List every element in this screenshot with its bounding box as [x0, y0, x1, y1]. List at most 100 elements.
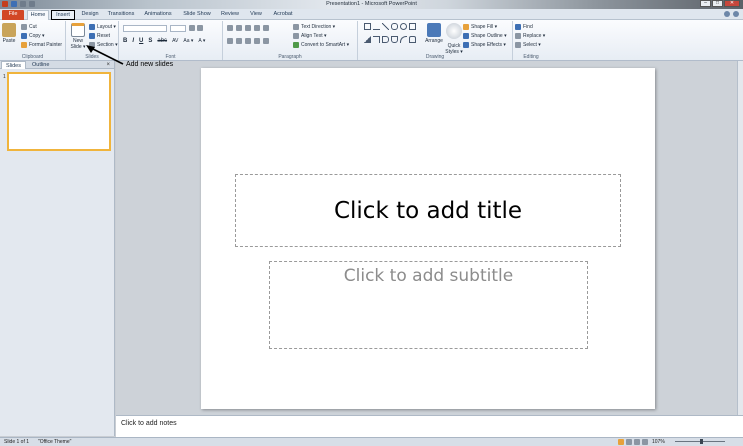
maximize-button[interactable]: □ — [712, 0, 723, 7]
diagonal-line-shape-icon[interactable] — [382, 23, 389, 30]
tab-design[interactable]: Design — [79, 10, 101, 20]
shadow-button[interactable]: S — [148, 38, 152, 44]
justify-icon[interactable] — [254, 38, 260, 44]
strikethrough-button[interactable]: abc — [157, 38, 167, 44]
select-label: Select ▾ — [523, 42, 541, 48]
cut-label: Cut — [29, 24, 37, 30]
right-arrow-shape-icon[interactable] — [382, 35, 389, 43]
tab-view[interactable]: View — [247, 10, 265, 20]
numbering-icon[interactable] — [236, 25, 242, 31]
triangle-shape-icon[interactable] — [364, 35, 371, 43]
annotation-text: Add new slides — [126, 61, 174, 68]
increase-indent-icon[interactable] — [254, 25, 260, 31]
bullets-icon[interactable] — [227, 25, 233, 31]
list-controls — [227, 25, 269, 31]
slide-sorter-view-icon[interactable] — [626, 439, 632, 445]
reset-button[interactable]: Reset — [89, 33, 110, 39]
clipboard-group: Paste Cut Copy ▾ Format Painter Clipboar… — [0, 21, 66, 60]
tab-home[interactable]: Home — [27, 10, 49, 20]
line-spacing-icon[interactable] — [263, 25, 269, 31]
align-right-icon[interactable] — [245, 38, 251, 44]
format-painter-button[interactable]: Format Painter — [21, 42, 62, 48]
font-color-button[interactable]: A ▾ — [198, 38, 205, 44]
replace-button[interactable]: Replace ▾ — [515, 33, 545, 39]
font-format-row: B I U S abc AV Aa ▾ A ▾ — [123, 38, 205, 44]
tab-slide-show[interactable]: Slide Show — [182, 10, 212, 20]
align-text-button[interactable]: Align Text ▾ — [293, 33, 327, 39]
drawing-group-label: Drawing — [425, 54, 445, 60]
find-button[interactable]: Find — [515, 24, 533, 30]
oval-shape-icon[interactable] — [400, 23, 407, 30]
binoculars-icon — [515, 24, 521, 30]
align-left-icon[interactable] — [227, 38, 233, 44]
font-name-dropdown[interactable] — [123, 25, 167, 32]
align-center-icon[interactable] — [236, 38, 242, 44]
zoom-level[interactable]: 107% — [652, 439, 665, 445]
reading-view-icon[interactable] — [634, 439, 640, 445]
curve-shape-icon[interactable] — [400, 35, 407, 43]
text-direction-button[interactable]: Text Direction ▾ — [293, 24, 335, 30]
tab-slides[interactable]: Slides — [1, 61, 26, 69]
minimize-ribbon-icon[interactable] — [724, 11, 730, 17]
tab-animations[interactable]: Animations — [143, 10, 173, 20]
down-arrow-shape-icon[interactable] — [391, 35, 398, 43]
subtitle-placeholder[interactable]: Click to add subtitle — [269, 261, 588, 349]
find-label: Find — [523, 24, 533, 30]
close-button[interactable]: ✕ — [724, 0, 740, 7]
rectangle-shape-icon[interactable] — [364, 23, 371, 30]
shape-fill-button[interactable]: Shape Fill ▾ — [463, 24, 497, 30]
copy-button[interactable]: Copy ▾ — [21, 33, 45, 39]
font-size-controls[interactable] — [189, 25, 203, 31]
tab-file[interactable]: File — [2, 10, 24, 20]
decrease-indent-icon[interactable] — [245, 25, 251, 31]
pentagon-shape-icon[interactable] — [409, 35, 416, 43]
tab-transitions[interactable]: Transitions — [106, 10, 136, 20]
underline-button[interactable]: U — [139, 38, 143, 44]
notes-pane[interactable]: Click to add notes — [116, 415, 743, 437]
minimize-button[interactable]: – — [700, 0, 711, 7]
slide-count-status: Slide 1 of 1 — [4, 439, 30, 445]
arrange-button[interactable]: Arrange — [424, 23, 444, 44]
tab-acrobat[interactable]: Acrobat — [271, 10, 295, 20]
font-size-dropdown[interactable] — [170, 25, 186, 32]
vertical-scrollbar[interactable] — [737, 61, 743, 415]
rounded-rect-shape-icon[interactable] — [391, 23, 398, 30]
pen-icon — [463, 33, 469, 39]
character-spacing-button[interactable]: AV — [172, 38, 178, 44]
effects-icon — [463, 42, 469, 48]
window-controls: – □ ✕ — [700, 0, 740, 7]
tab-review[interactable]: Review — [219, 10, 241, 20]
paste-label: Paste — [2, 38, 16, 44]
line-shape-icon[interactable] — [373, 23, 380, 30]
normal-view-icon[interactable] — [618, 439, 624, 445]
select-button[interactable]: Select ▾ — [515, 42, 541, 48]
annotation-arrow-icon — [86, 45, 124, 65]
zoom-slider-thumb[interactable] — [700, 439, 703, 444]
convert-smartart-button[interactable]: Convert to SmartArt ▾ — [293, 42, 349, 48]
tab-outline[interactable]: Outline — [28, 61, 53, 69]
help-icon[interactable] — [733, 11, 739, 17]
slide-canvas[interactable]: Click to add title Click to add subtitle — [201, 68, 655, 409]
paste-button[interactable]: Paste — [2, 23, 16, 44]
tab-insert[interactable]: Insert — [51, 10, 75, 20]
layout-button[interactable]: Layout ▾ — [89, 24, 116, 30]
brush-icon — [21, 42, 27, 48]
cut-button[interactable]: Cut — [21, 24, 37, 30]
quick-styles-preview-icon[interactable] — [446, 23, 462, 39]
cursor-icon — [515, 42, 521, 48]
shape-effects-button[interactable]: Shape Effects ▾ — [463, 42, 506, 48]
paste-icon — [2, 23, 16, 37]
new-slide-label: New Slide ▾ — [70, 38, 86, 50]
columns-icon[interactable] — [263, 38, 269, 44]
italic-button[interactable]: I — [132, 38, 134, 44]
square-shape-icon[interactable] — [409, 23, 416, 30]
slideshow-view-icon[interactable] — [642, 439, 648, 445]
shape-outline-button[interactable]: Shape Outline ▾ — [463, 33, 507, 39]
shapes-gallery[interactable] — [364, 23, 416, 47]
change-case-button[interactable]: Aa ▾ — [183, 38, 193, 44]
copy-label: Copy ▾ — [29, 33, 45, 39]
elbow-connector-icon[interactable] — [373, 35, 380, 43]
grow-font-icon — [189, 25, 195, 31]
slide-thumbnail[interactable] — [7, 72, 111, 151]
title-placeholder[interactable]: Click to add title — [235, 174, 621, 247]
